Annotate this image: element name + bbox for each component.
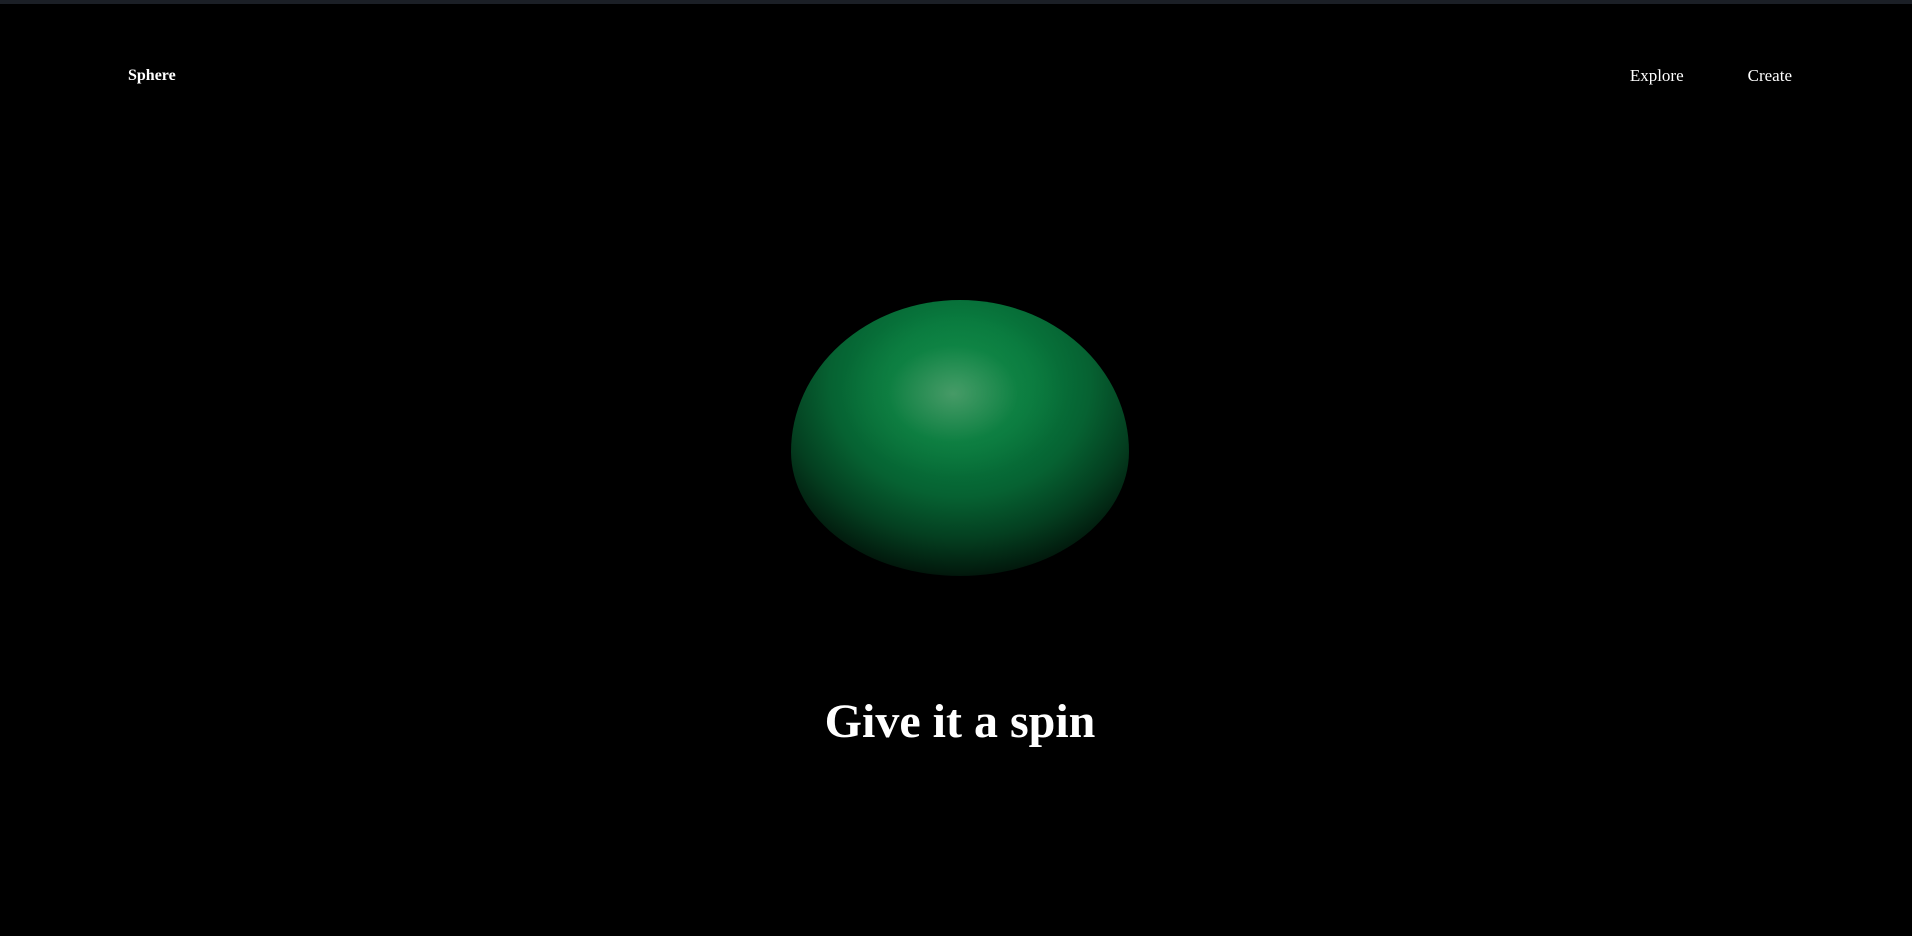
top-navigation: Sphere Explore Create bbox=[0, 0, 1912, 150]
hero-headline: Give it a spin bbox=[824, 695, 1096, 748]
nav-links: Explore Create bbox=[1630, 64, 1792, 88]
green-sphere[interactable] bbox=[791, 300, 1129, 576]
nav-link-create[interactable]: Create bbox=[1748, 64, 1792, 88]
3d-scene-canvas[interactable] bbox=[0, 150, 1912, 650]
logo-link[interactable]: Sphere bbox=[128, 64, 176, 88]
nav-link-explore[interactable]: Explore bbox=[1630, 64, 1684, 88]
